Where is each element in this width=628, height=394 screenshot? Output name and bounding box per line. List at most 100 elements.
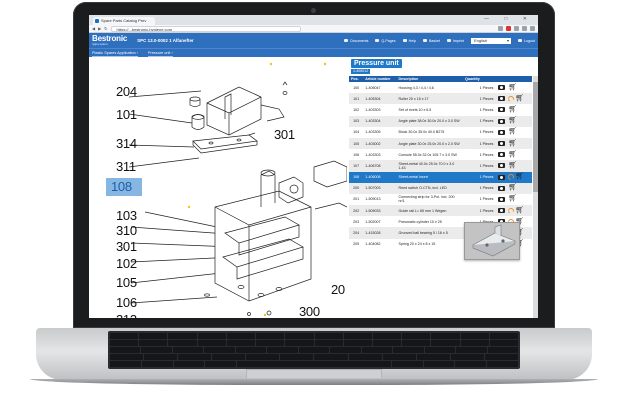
cell-article[interactable]: 1-403303 [363,149,397,161]
part-label[interactable]: 314 [116,136,137,151]
table-row[interactable]: 102 1-403303 Set of rivets 10 x 6.5 1 Piece… [349,104,532,116]
part-label[interactable]: 310 [116,223,137,238]
scrollbar[interactable] [533,76,538,318]
cell-article[interactable]: 1-403304 [363,115,397,127]
nav-basket[interactable]: Basket [423,39,440,43]
camera-icon[interactable] [498,129,506,135]
cell-article[interactable]: 1-403002 [363,137,397,150]
cell-article[interactable]: 1-507003 [363,182,397,194]
cart-icon[interactable]: 🛒︎ [508,128,517,135]
scrollbar-thumb[interactable] [533,82,538,192]
table-row[interactable]: 202 1-509033 Guide rail L= 65 mm 1 Wegen 1 … [349,205,532,217]
link-icon[interactable] [508,174,515,181]
exploded-drawing[interactable]: 204 101 314 311 108 103 310 301 102 105 … [89,57,347,318]
address-bar[interactable]: https://...bestronic-hygiene.com [110,25,301,32]
cart-icon[interactable]: 🛒︎ [515,95,524,102]
part-label[interactable]: 102 [116,256,137,271]
cell-article[interactable]: 1-404082 [363,238,397,250]
camera-icon[interactable] [498,185,506,191]
extension-icon[interactable] [506,26,511,31]
camera-icon[interactable] [498,196,506,202]
camera-icon[interactable] [498,107,506,113]
camera-icon[interactable] [498,174,506,180]
cell-description: Set of rivets 10 x 6.5 [396,104,464,116]
camera-icon[interactable] [498,208,506,214]
cell-article[interactable]: 1-403305 [363,126,397,138]
table-row[interactable]: 100 1-406047 Housing 4,3 / 4,4 / 4,6 1 Piec… [349,82,532,94]
table-row[interactable]: 105 1-403002 Angle plate 30.0x 25.0x 20.0 … [349,137,532,150]
cell-article[interactable]: 1-406708 [363,160,397,172]
extension-icon[interactable] [514,26,519,31]
cart-icon[interactable]: 🛒︎ [508,195,517,202]
reload-icon[interactable]: ↻ [104,26,107,31]
cell-article[interactable]: 1-415028 [363,227,397,239]
keyboard-key [110,340,139,346]
cart-icon[interactable]: 🛒︎ [508,140,517,147]
cell-quantity: 1 Pieces [463,149,497,161]
part-label[interactable]: 301 [116,239,137,254]
link-icon[interactable] [508,207,515,214]
table-row[interactable]: 104 1-403305 Block 30.0x 35.0x 40.0 B275 1 … [349,126,532,138]
language-select[interactable]: English [471,37,511,44]
keyboard-key [314,333,343,339]
cell-article[interactable]: 1-502007 [363,216,397,228]
forward-icon[interactable]: ▶ [98,26,101,31]
camera-icon[interactable] [498,141,506,147]
part-label[interactable]: 300 [299,304,320,318]
camera-icon[interactable] [498,96,506,102]
part-label[interactable]: 204 [116,84,137,99]
camera-icon[interactable] [498,152,506,158]
camera-icon[interactable] [498,85,506,91]
cart-icon[interactable]: 🛒︎ [508,117,517,124]
cart-icon[interactable]: 🛒︎ [515,207,524,214]
cell-article[interactable]: 1-406008 [363,171,397,183]
cell-article[interactable]: 1-509013 [363,193,397,206]
table-row[interactable]: 106 1-403303 Console 55.0x 32.0x 105.7 x 3… [349,149,532,161]
nav-documents[interactable]: Documents [344,39,368,43]
part-label[interactable]: 106 [116,295,137,310]
cell-article[interactable]: 1-405304 [363,93,397,105]
camera-icon[interactable] [498,163,506,169]
table-row-selected[interactable]: 108 1-406008 Sheet-metal Insert 1 Pieces 🛒︎ [349,171,532,183]
logout-button[interactable]: Logout [518,39,535,43]
brand-logo[interactable]: Bestronic hygiene systems [92,35,127,47]
part-label[interactable]: 105 [116,275,137,290]
table-row[interactable]: 101 1-405304 Roller 20 x 15 x 17 1 Pieces 🛒︎ [349,93,532,105]
nav-q-pages[interactable]: Q-Pages [375,39,395,43]
part-label[interactable]: 101 [116,107,137,122]
cart-icon[interactable]: 🛒︎ [508,151,517,158]
cart-icon[interactable]: 🛒︎ [508,84,517,91]
nav-imprint[interactable]: Imprint [447,39,464,43]
cell-quantity: 1 Pieces [463,137,497,150]
breadcrumb-item[interactable]: Pressure unit › [148,51,173,57]
extension-icon[interactable] [522,26,527,31]
cart-icon[interactable]: 🛒︎ [508,106,517,113]
bookmark-icon[interactable] [498,26,503,31]
part-label[interactable]: 20 [331,282,345,297]
table-row[interactable]: 107 1-406708 Sheet-metal 40.0x 25.0x 70.0 … [349,160,532,172]
cart-icon[interactable]: 🛒︎ [508,162,517,169]
nav-help[interactable]: Help [403,39,416,43]
table-row[interactable]: 201 1-509013 Connecting strip for 3-Pol. i… [349,193,532,206]
part-label[interactable]: 103 [116,208,137,223]
cell-article[interactable]: 1-403303 [363,104,397,116]
part-label-selected[interactable]: 108 [106,178,142,196]
link-icon[interactable] [508,95,515,102]
keyboard-key [402,333,431,339]
table-row[interactable]: 103 1-403304 Angle plate 38.0x 30.0x 20.0 … [349,115,532,127]
part-label[interactable]: 301 [274,127,295,142]
breadcrumb-item[interactable]: Plastic Spares Application › [92,51,139,57]
window-controls[interactable]: — □ ✕ [484,16,534,22]
breadcrumb: Plastic Spares Application › Pressure un… [89,48,538,57]
part-label[interactable]: 311 [116,159,136,174]
cell-article[interactable]: 1-509033 [363,205,397,217]
part-label[interactable]: 313 [116,312,137,318]
table-row[interactable]: 200 1-507003 Reed switch O-CTN, incl. LED 1… [349,182,532,194]
back-icon[interactable]: ◀ [92,26,95,31]
cart-icon[interactable]: 🛒︎ [515,173,524,180]
camera-icon[interactable] [498,118,506,124]
cell-article[interactable]: 1-406047 [363,82,397,94]
cart-icon[interactable]: 🛒︎ [508,184,517,191]
browser-tab[interactable]: Spare Parts Catalog Prev [93,17,155,25]
menu-icon[interactable] [530,26,535,31]
